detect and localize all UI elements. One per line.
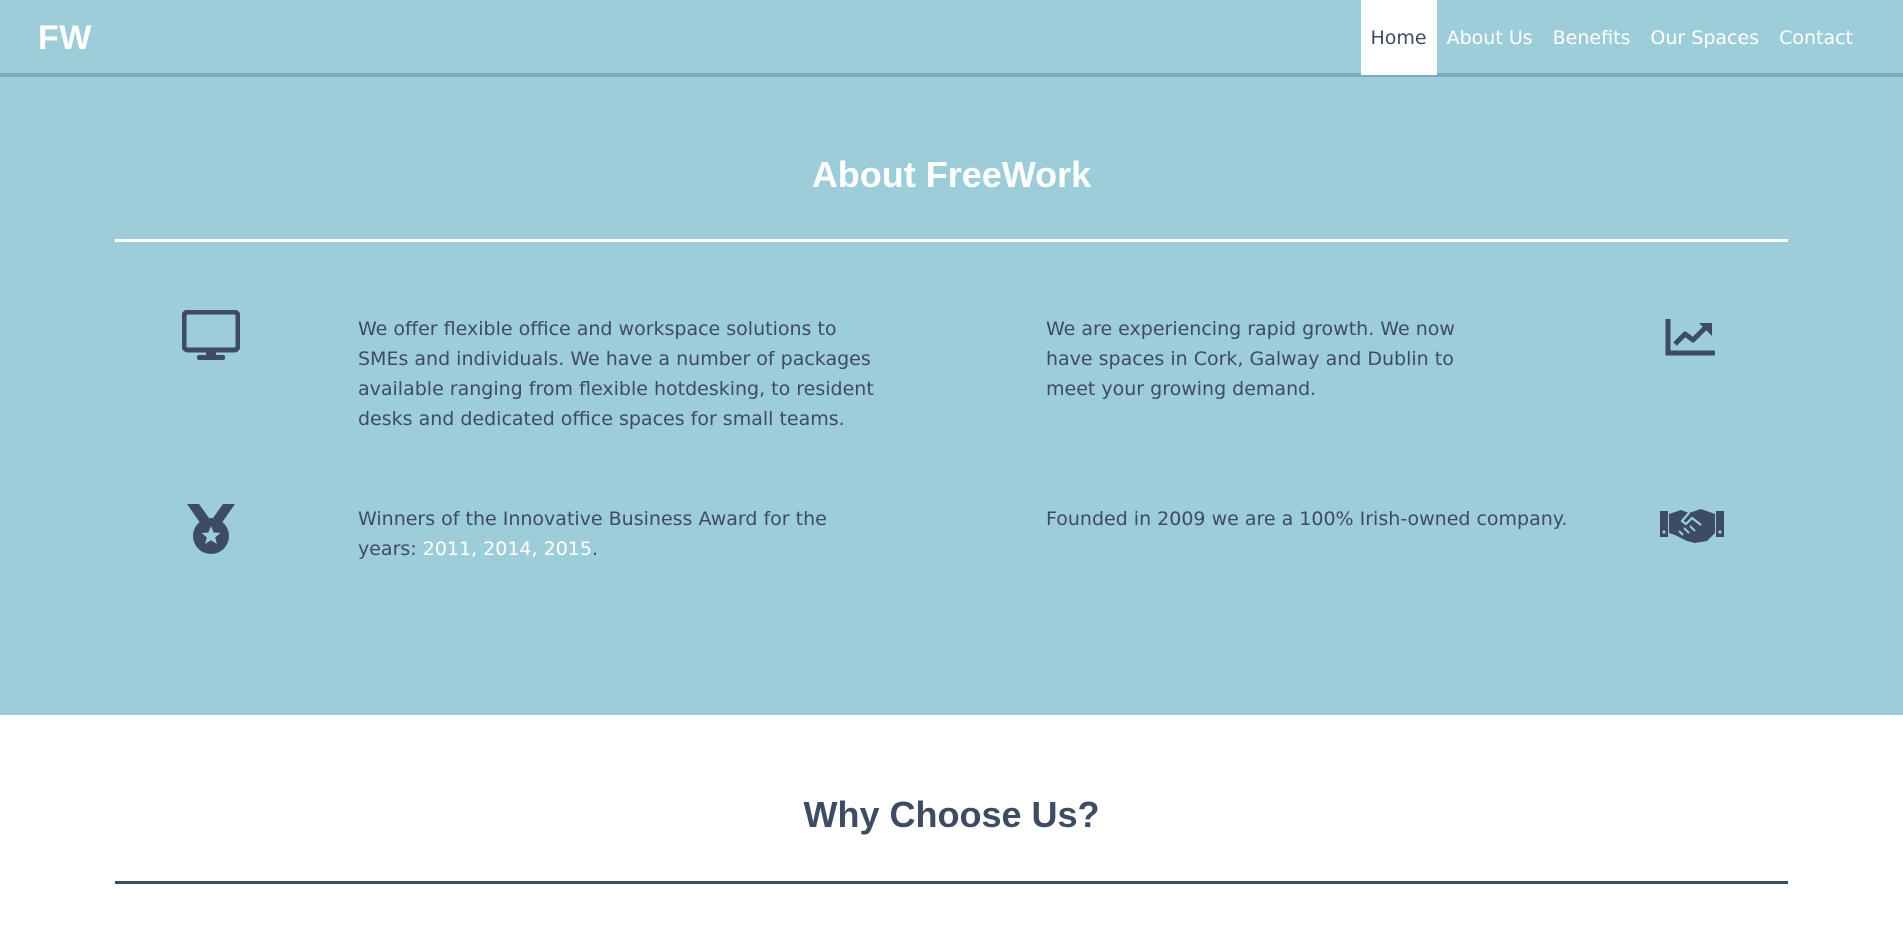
nav-link-about-us[interactable]: About Us bbox=[1437, 0, 1543, 75]
growth-chart-icon bbox=[1665, 317, 1717, 357]
why-title: Why Choose Us? bbox=[803, 794, 1100, 835]
about-section: About FreeWork We offer flexible office … bbox=[0, 77, 1903, 715]
why-choose-us-section: Why Choose Us? bbox=[0, 715, 1903, 938]
about-divider bbox=[115, 239, 1788, 242]
feature-text-awards: Winners of the Innovative Business Award… bbox=[358, 504, 878, 564]
award-years: 2011, 2014, 2015 bbox=[422, 538, 592, 560]
nav-link-contact[interactable]: Contact bbox=[1769, 0, 1863, 75]
nav-link-benefits[interactable]: Benefits bbox=[1543, 0, 1641, 75]
top-navbar: FW Home About Us Benefits Our Spaces Con… bbox=[0, 0, 1903, 77]
feature-text-founded: Founded in 2009 we are a 100% Irish-owne… bbox=[1046, 508, 1568, 530]
brand-logo[interactable]: FW bbox=[38, 19, 92, 58]
handshake-icon bbox=[1659, 505, 1725, 545]
feature-text-flexible-offices: We offer flexible office and workspace s… bbox=[358, 318, 874, 430]
nav-link-home[interactable]: Home bbox=[1360, 0, 1437, 75]
award-text-suffix: . bbox=[591, 538, 598, 560]
nav-links: Home About Us Benefits Our Spaces Contac… bbox=[1360, 0, 1864, 75]
feature-text-rapid-growth: We are experiencing rapid growth. We now… bbox=[1046, 318, 1455, 400]
award-medal-icon bbox=[185, 502, 237, 556]
why-divider bbox=[115, 881, 1788, 884]
about-title: About FreeWork bbox=[811, 154, 1092, 195]
nav-link-our-spaces[interactable]: Our Spaces bbox=[1640, 0, 1769, 75]
desktop-monitor-icon bbox=[182, 310, 240, 362]
